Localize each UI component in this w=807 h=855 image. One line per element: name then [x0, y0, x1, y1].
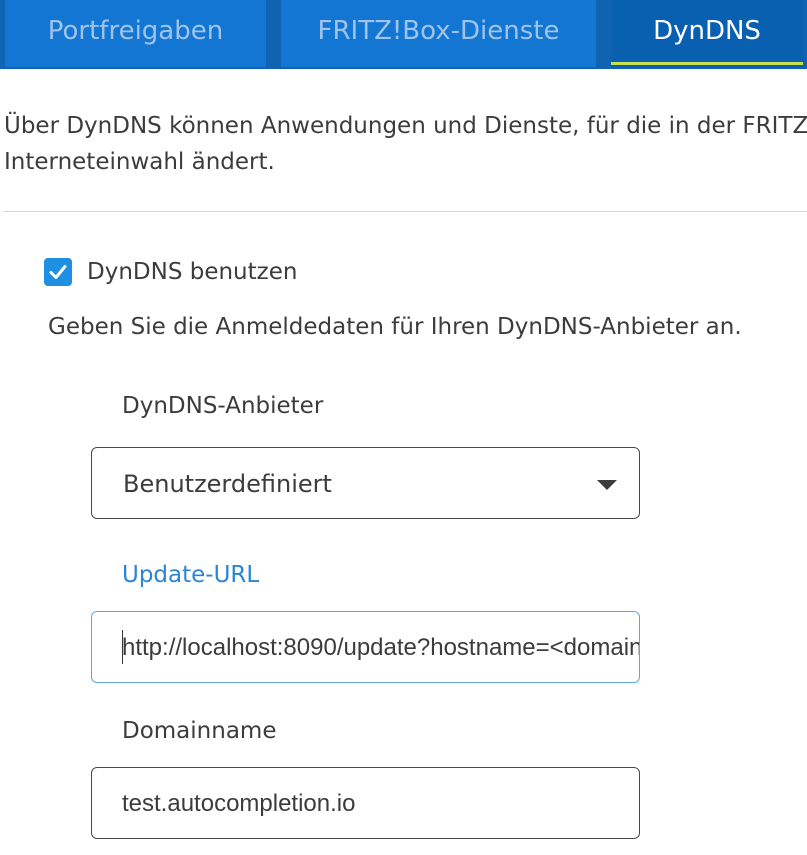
update-url-input[interactable]: http://localhost:8090/update?hostname=<d… [91, 611, 640, 683]
update-url-label: Update-URL [122, 562, 260, 588]
text-caret [122, 630, 123, 664]
domain-value: test.autocompletion.io [122, 790, 356, 817]
domain-input[interactable]: test.autocompletion.io [91, 767, 640, 839]
domain-label: Domainname [122, 718, 277, 744]
tab-fritzbox-dienste[interactable]: FRITZ!Box-Dienste [281, 0, 596, 67]
tab-bar: Portfreigaben FRITZ!Box-Dienste DynDNS [0, 0, 807, 69]
dyndns-enable-label: DynDNS benutzen [87, 259, 298, 285]
tab-label: FRITZ!Box-Dienste [317, 16, 560, 46]
intro-text: Über DynDNS können Anwendungen und Diens… [4, 108, 807, 180]
provider-select[interactable]: Benutzerdefiniert [91, 447, 640, 519]
provider-label: DynDNS-Anbieter [122, 393, 324, 419]
chevron-down-icon [597, 480, 617, 490]
tab-dyndns[interactable]: DynDNS [611, 0, 803, 67]
dyndns-enable-checkbox[interactable] [44, 258, 72, 286]
active-tab-indicator [611, 62, 803, 65]
provider-selected-value: Benutzerdefiniert [123, 470, 332, 498]
tab-portfreigaben[interactable]: Portfreigaben [5, 0, 266, 67]
section-divider [4, 211, 807, 212]
tab-label: DynDNS [653, 16, 761, 46]
dyndns-enable-checkbox-row[interactable]: DynDNS benutzen [44, 256, 297, 288]
intro-line-2: Interneteinwahl ändert. [4, 149, 275, 175]
tab-label: Portfreigaben [47, 16, 224, 46]
update-url-value: http://localhost:8090/update?hostname=<d… [122, 634, 639, 661]
checkmark-icon [49, 265, 67, 279]
dyndns-description: Geben Sie die Anmeldedaten für Ihren Dyn… [48, 314, 742, 340]
intro-line-1: Über DynDNS können Anwendungen und Diens… [4, 113, 807, 139]
